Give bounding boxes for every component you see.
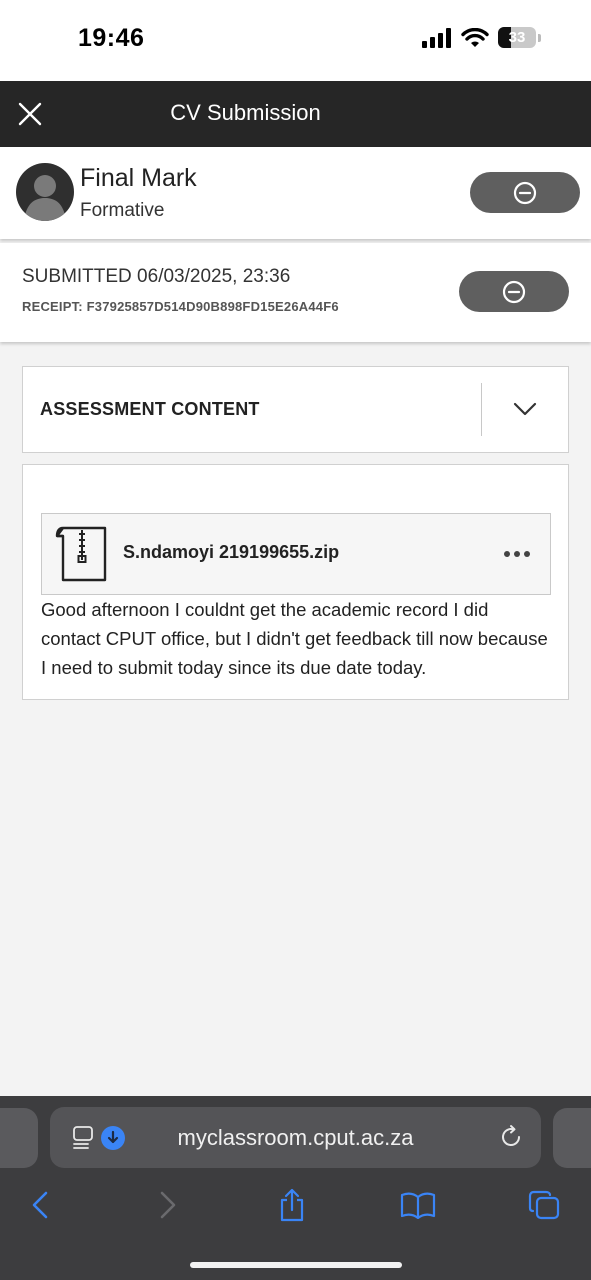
status-icons: 33 [422,27,541,48]
zip-file-icon [55,526,107,582]
submission-comment: Good afternoon I couldnt get the academi… [41,599,548,678]
assessment-content-title: ASSESSMENT CONTENT [40,399,260,419]
submission-card: SUBMITTED 06/03/2025, 23:36 RECEIPT: F37… [0,243,591,342]
final-mark-title: Final Mark [80,164,197,192]
address-bar[interactable]: myclassroom.cput.ac.za [50,1107,541,1168]
user-silhouette-icon [24,175,66,221]
accordion-divider [481,383,482,436]
attachment-more-button[interactable] [502,543,532,565]
share-icon [280,1188,304,1222]
previous-tab-preview[interactable] [0,1108,38,1168]
assessment-content-panel: S.ndamoyi 219199655.zip Good afternoon I… [22,464,569,700]
submitted-date: SUBMITTED 06/03/2025, 23:36 [22,266,291,287]
battery-cap [538,33,541,42]
status-time: 19:46 [78,24,145,52]
page-title: CV Submission [170,100,321,125]
wifi-icon [461,27,489,47]
url-text: myclassroom.cput.ac.za [177,1125,414,1150]
more-horizontal-icon [504,551,530,557]
reload-icon[interactable] [498,1124,524,1150]
battery-icon: 33 [498,27,536,48]
minus-circle-icon [513,181,537,204]
assessment-content-accordion[interactable]: ASSESSMENT CONTENT [22,366,569,453]
receipt-number: RECEIPT: F37925857D514D90B898FD15E26A44F… [22,299,339,314]
avatar [16,163,74,221]
back-button[interactable] [20,1188,60,1222]
forward-button[interactable] [148,1188,188,1222]
app-header: CV Submission [0,81,591,147]
tabs-icon [528,1190,560,1220]
chevron-down-icon[interactable] [512,396,538,422]
submission-toggle-button[interactable] [459,271,569,312]
tabs-button[interactable] [524,1188,564,1222]
next-tab-preview[interactable] [553,1108,591,1168]
battery-percent: 33 [508,29,526,46]
share-button[interactable] [272,1188,312,1222]
status-bar: 19:46 33 [0,0,591,81]
bookmarks-button[interactable] [398,1188,438,1222]
final-mark-card: Final Mark Formative [0,147,591,239]
bookmarks-icon [400,1192,436,1219]
attachment-file-name: S.ndamoyi 219199655.zip [123,542,340,562]
final-mark-subtitle: Formative [80,200,165,221]
browser-bottom-bar: myclassroom.cput.ac.za [0,1096,591,1280]
cellular-signal-icon [422,27,451,48]
back-icon [32,1191,48,1219]
minus-circle-icon [502,280,526,303]
forward-icon [160,1191,176,1219]
final-mark-toggle-button[interactable] [470,172,580,213]
attachment-item[interactable]: S.ndamoyi 219199655.zip [41,513,551,595]
home-indicator[interactable] [190,1262,402,1268]
